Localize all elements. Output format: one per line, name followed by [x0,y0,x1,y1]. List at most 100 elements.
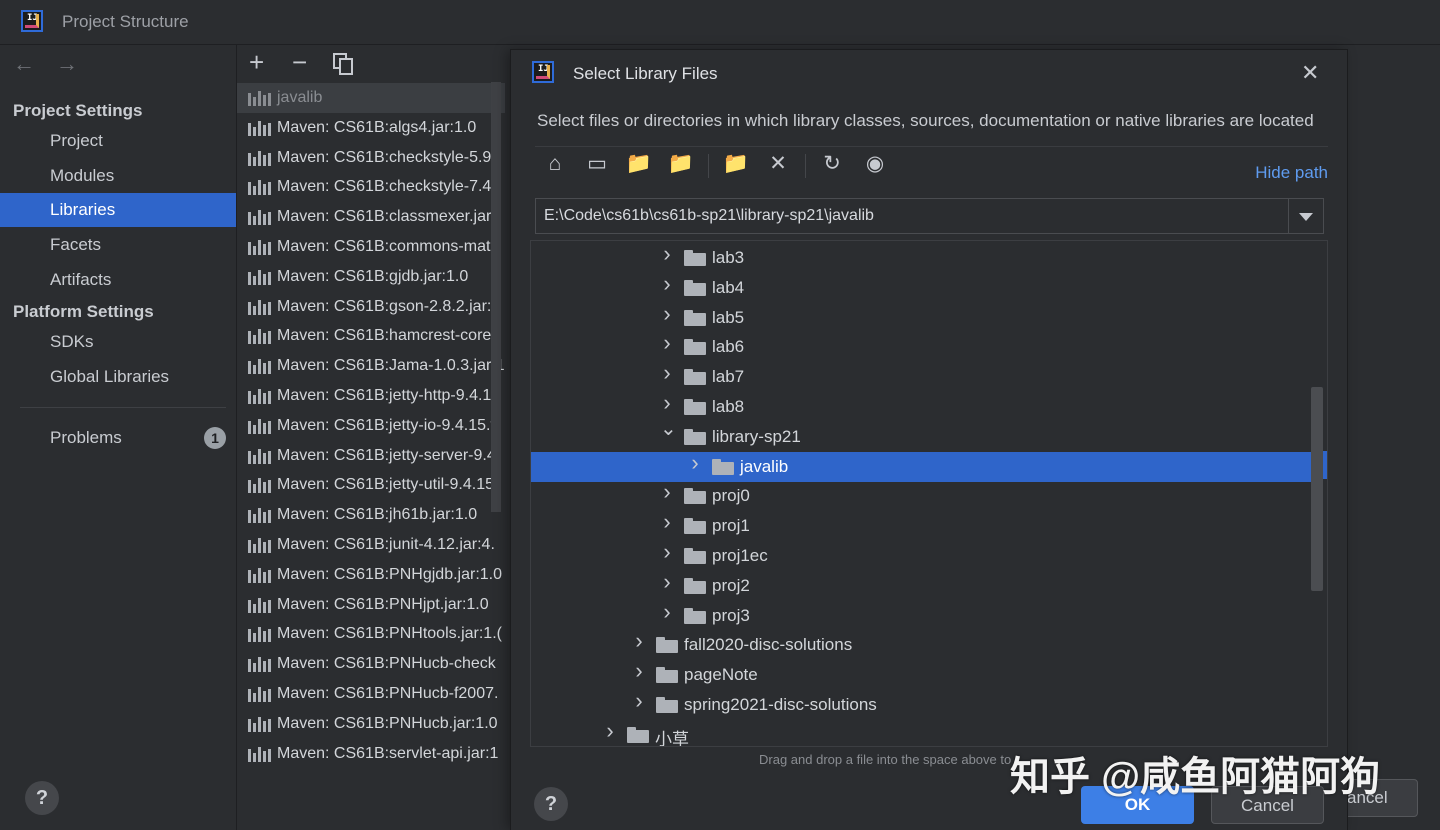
new-folder-icon[interactable]: 📁 [722,150,750,178]
tree-node[interactable]: › lab7 [531,362,1318,392]
hide-path-link[interactable]: Hide path [1255,163,1328,183]
project-folder-icon[interactable]: 📁 [625,150,653,178]
library-item[interactable]: Maven: CS61B:jetty-server-9.4 [237,441,505,471]
add-icon[interactable]: + [249,47,264,77]
library-item[interactable]: Maven: CS61B:jetty-util-9.4.15 [237,470,505,500]
libraries-scrollbar[interactable] [491,82,501,512]
library-item[interactable]: Maven: CS61B:checkstyle-7.4- [237,172,505,202]
chevron-right-icon[interactable]: › [660,600,674,622]
tree-node[interactable]: › fall2020-disc-solutions [531,630,1318,660]
library-item-label: Maven: CS61B:jetty-io-9.4.15.v [277,416,499,434]
library-item[interactable]: Maven: CS61B:jetty-http-9.4.1 [237,381,505,411]
nav-item-modules[interactable]: Modules [0,159,236,193]
tree-node[interactable]: › lab3 [531,243,1318,273]
tree-node[interactable]: › lab6 [531,332,1318,362]
library-item[interactable]: Maven: CS61B:hamcrest-core- [237,321,505,351]
dialog-help-button[interactable]: ? [534,787,568,821]
library-item[interactable]: Maven: CS61B:jetty-io-9.4.15.v [237,411,505,441]
chevron-right-icon[interactable]: › [660,302,674,324]
chevron-right-icon[interactable]: › [660,272,674,294]
library-item[interactable]: Maven: CS61B:gjdb.jar:1.0 [237,262,505,292]
remove-icon[interactable]: − [292,47,307,77]
path-input[interactable]: E:\Code\cs61b\cs61b-sp21\library-sp21\ja… [544,207,874,225]
tree-node[interactable]: › proj2 [531,570,1318,601]
dialog-title: Select Library Files [573,64,718,83]
library-item[interactable]: Maven: CS61B:servlet-api.jar:1 [237,739,505,765]
nav-item-libraries[interactable]: Libraries [0,193,236,227]
library-item[interactable]: Maven: CS61B:PNHucb.jar:1.0 [237,709,505,739]
chevron-right-icon[interactable]: › [632,690,646,712]
nav-item-artifacts[interactable]: Artifacts [0,263,236,297]
nav-item-problems[interactable]: Problems 1 [0,421,236,455]
refresh-icon[interactable]: ↻ [818,150,846,178]
library-item[interactable]: javalib [237,83,505,113]
tree-node[interactable]: › pageNote [531,660,1318,690]
tree-node[interactable]: › proj1 [531,511,1318,541]
library-item-label: Maven: CS61B:commons-matl [277,238,494,255]
chevron-down-icon[interactable]: ⌄ [660,419,677,439]
tree-scrollbar[interactable] [1311,387,1323,591]
library-item[interactable]: Maven: CS61B:gson-2.8.2.jar:2 [237,292,505,322]
forward-arrow-icon[interactable]: → [56,51,78,77]
copy-icon[interactable] [333,53,353,75]
help-button[interactable]: ? [25,781,59,815]
close-icon[interactable]: ✕ [1301,60,1319,86]
back-arrow-icon[interactable]: ← [13,51,35,77]
chevron-right-icon[interactable]: › [660,362,674,384]
library-item[interactable]: Maven: CS61B:PNHgjdb.jar:1.0 [237,560,505,590]
library-item[interactable]: Maven: CS61B:jh61b.jar:1.0 [237,500,505,530]
library-item[interactable]: Maven: CS61B:commons-matl [237,232,505,262]
library-item[interactable]: Maven: CS61B:PNHucb-f2007. [237,679,505,709]
chevron-right-icon[interactable]: › [660,511,674,533]
tree-node-label: lab4 [712,277,745,297]
tree-node-label: spring2021-disc-solutions [684,695,877,714]
tree-node[interactable]: › 小草 [531,719,1318,747]
tree-node[interactable]: ⌄ library-sp21 [531,419,1318,452]
home-icon[interactable]: ⌂ [541,150,569,178]
nav-item-facets[interactable]: Facets [0,228,236,262]
library-icon [248,538,271,553]
library-item[interactable]: Maven: CS61B:PNHucb-check [237,649,505,679]
tree-node[interactable]: › lab4 [531,272,1318,303]
library-item[interactable]: Maven: CS61B:Jama-1.0.3.jar:1 [237,351,505,381]
folder-icon [684,577,706,594]
chevron-down-icon[interactable] [1288,199,1323,233]
tree-node[interactable]: › lab5 [531,302,1318,333]
library-item[interactable]: Maven: CS61B:algs4.jar:1.0 [237,113,505,143]
library-item[interactable]: Maven: CS61B:junit-4.12.jar:4. [237,530,505,560]
chevron-right-icon[interactable]: › [632,660,646,682]
chevron-right-icon[interactable]: › [660,332,674,354]
chevron-right-icon[interactable]: › [632,630,646,652]
nav-item-project[interactable]: Project [0,124,236,158]
tree-node[interactable]: › spring2021-disc-solutions [531,690,1318,720]
library-item[interactable]: Maven: CS61B:checkstyle-5.9- [237,143,505,173]
tree-node[interactable]: › proj1ec [531,541,1318,571]
chevron-right-icon[interactable]: › [660,541,674,563]
library-item[interactable]: Maven: CS61B:PNHjpt.jar:1.0 [237,590,505,620]
library-item-label: Maven: CS61B:PNHucb.jar:1.0 [277,714,498,732]
watermark: 知乎 @咸鱼阿猫阿狗 [1010,755,1381,799]
chevron-right-icon[interactable]: › [660,392,674,414]
delete-icon[interactable]: ✕ [764,150,792,178]
module-folder-icon[interactable]: 📁 [667,150,695,178]
chevron-right-icon[interactable]: › [660,243,674,265]
library-item[interactable]: Maven: CS61B:PNHtools.jar:1.( [237,619,505,649]
tree-node-label: proj2 [712,575,750,595]
chevron-right-icon[interactable]: › [688,451,702,473]
show-hidden-icon[interactable]: ◉ [861,150,889,178]
tree-node[interactable]: › lab8 [531,392,1318,422]
tree-node-label: 小草 [655,729,689,747]
library-item[interactable]: Maven: CS61B:classmexer.jar: [237,202,505,232]
nav-item-sdks[interactable]: SDKs [0,325,236,359]
chevron-right-icon[interactable]: › [660,481,674,503]
chevron-right-icon[interactable]: › [660,570,674,592]
folder-icon [684,399,706,415]
tree-node[interactable]: › proj3 [531,600,1318,631]
desktop-icon[interactable]: ▭ [583,150,611,178]
chevron-right-icon[interactable]: › [603,719,617,741]
tree-node[interactable]: › proj0 [531,481,1318,511]
tree-node[interactable]: › javalib [531,451,1318,482]
nav-item-global-libraries[interactable]: Global Libraries [0,360,236,394]
path-combo[interactable]: E:\Code\cs61b\cs61b-sp21\library-sp21\ja… [535,198,1324,234]
tree-node-label: lab6 [712,337,745,357]
